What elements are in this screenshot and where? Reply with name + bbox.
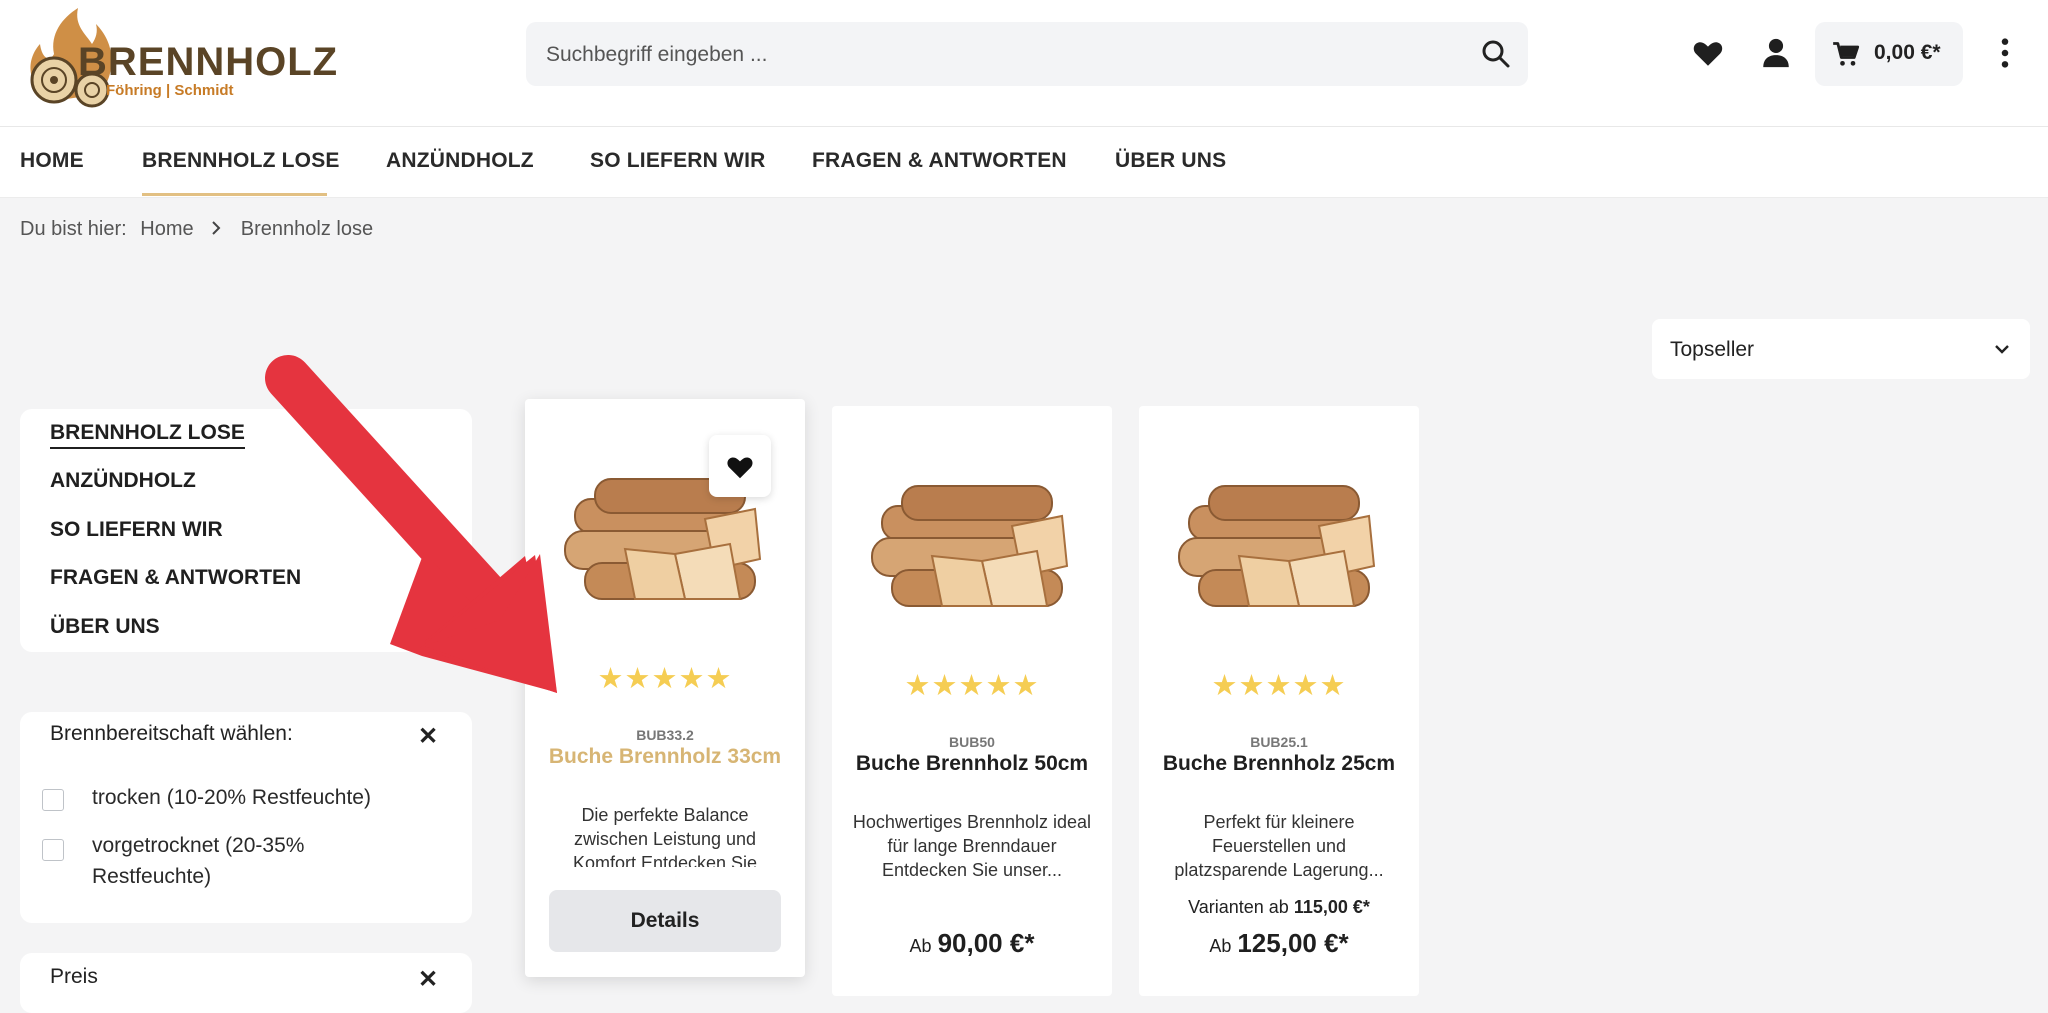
filter-readiness: Brennbereitschaft wählen: ✕ trocken (10-… (20, 712, 472, 923)
rating-stars: ★★★★★ (904, 670, 1040, 702)
heart-icon[interactable] (1691, 36, 1725, 70)
sidebar-item-anzuendholz[interactable]: ANZÜNDHOLZ (50, 469, 196, 493)
breadcrumb-prefix: Du bist hier: (20, 218, 127, 240)
nav-item-brennholz-lose[interactable]: BRENNHOLZ LOSE (142, 149, 340, 173)
close-icon[interactable]: ✕ (418, 965, 438, 994)
close-icon[interactable]: ✕ (418, 722, 438, 751)
variant-prefix: Varianten ab (1188, 897, 1289, 917)
sort-select[interactable]: Topseller (1652, 319, 2030, 379)
checkbox-trocken[interactable] (42, 789, 64, 811)
product-sku: BUB50 (949, 734, 995, 750)
sidebar-item-so-liefern-wir[interactable]: SO LIEFERN WIR (50, 518, 223, 542)
rating-stars: ★★★★★ (1211, 670, 1347, 702)
product-price: Ab 125,00 €* (1139, 928, 1419, 959)
price-prefix: Ab (909, 936, 932, 956)
product-name[interactable]: Buche Brennholz 25cm (1139, 752, 1419, 776)
chevron-right-icon (211, 218, 221, 240)
sidebar-item-ueber-uns[interactable]: ÜBER UNS (50, 615, 160, 639)
nav-item-anzuendholz[interactable]: ANZÜNDHOLZ (386, 149, 534, 173)
breadcrumb: Du bist hier: Home Brennholz lose (20, 218, 381, 241)
cart-button[interactable]: 0,00 €* (1815, 22, 1963, 86)
product-description: Hochwertiges Brennholz ideal für lange B… (852, 812, 1092, 880)
filter-price: Preis ✕ (20, 953, 472, 1013)
rating-stars: ★★★★★ (597, 663, 733, 695)
nav-item-so-liefern-wir[interactable]: SO LIEFERN WIR (590, 149, 765, 173)
product-description: Die perfekte Balance zwischen Leistung u… (572, 805, 758, 867)
sidebar-category-nav: BRENNHOLZ LOSE ANZÜNDHOLZ SO LIEFERN WIR… (20, 409, 472, 652)
search-input[interactable] (544, 22, 1448, 88)
site-header: BRENNHOLZ Föhring | Schmidt 0,00 €* (0, 0, 2048, 127)
product-name[interactable]: Buche Brennholz 33cm (525, 745, 805, 769)
nav-item-ueber-uns[interactable]: ÜBER UNS (1115, 149, 1226, 173)
product-sku: BUB25.1 (1250, 734, 1308, 750)
filter-title: Brennbereitschaft wählen: (50, 722, 293, 745)
sort-selected: Topseller (1670, 338, 1755, 361)
variant-price: Varianten ab 115,00 €* (1139, 897, 1419, 918)
wishlist-button[interactable] (709, 435, 771, 497)
product-description: Perfekt für kleinere Feuerstellen und pl… (1174, 812, 1384, 880)
search-icon[interactable] (1480, 38, 1512, 70)
price-value: 125,00 €* (1237, 928, 1349, 958)
nav-item-fragen-antworten[interactable]: FRAGEN & ANTWORTEN (812, 149, 1067, 173)
product-card[interactable]: ★★★★★ BUB25.1 Buche Brennholz 25cm Perfe… (1139, 406, 1419, 996)
brand-logo[interactable]: BRENNHOLZ Föhring | Schmidt (20, 4, 350, 108)
search-bar (526, 22, 1528, 88)
more-vertical-icon[interactable] (1988, 36, 2022, 70)
user-icon[interactable] (1759, 36, 1793, 70)
product-sku: BUB33.2 (636, 727, 694, 743)
firewood-image (1178, 485, 1376, 607)
logo-wordmark: BRENNHOLZ (78, 40, 339, 84)
product-name[interactable]: Buche Brennholz 50cm (832, 752, 1112, 776)
heart-icon (727, 457, 753, 479)
sidebar-item-brennholz-lose[interactable]: BRENNHOLZ LOSE (50, 421, 245, 449)
firewood-image (871, 485, 1069, 607)
checkbox-label: vorgetrocknet (20-35% Restfeuchte) (92, 834, 305, 888)
product-price: Ab 90,00 €* (832, 928, 1112, 959)
product-card[interactable]: ★★★★★ BUB50 Buche Brennholz 50cm Hochwer… (832, 406, 1112, 996)
chevron-down-icon (1992, 339, 2012, 359)
nav-active-indicator (142, 193, 327, 196)
checkbox-vorgetrocknet[interactable] (42, 839, 64, 861)
cart-total: 0,00 €* (1874, 41, 1941, 64)
sidebar-item-fragen-antworten[interactable]: FRAGEN & ANTWORTEN (50, 566, 301, 590)
price-value: 90,00 €* (937, 928, 1035, 958)
variant-value: 115,00 €* (1293, 897, 1370, 917)
logo-subtitle: Föhring | Schmidt (106, 82, 234, 99)
breadcrumb-current: Brennholz lose (240, 218, 374, 240)
breadcrumb-home[interactable]: Home (140, 218, 193, 240)
nav-item-home[interactable]: HOME (20, 149, 84, 173)
price-prefix: Ab (1209, 936, 1232, 956)
product-card[interactable]: ★★★★★ BUB33.2 Buche Brennholz 33cm Die p… (525, 399, 805, 977)
cart-icon (1833, 42, 1860, 66)
checkbox-label: trocken (10-20% Restfeuchte) (92, 786, 371, 809)
main-nav: HOME BRENNHOLZ LOSE ANZÜNDHOLZ SO LIEFER… (0, 127, 2048, 198)
filter-title: Preis (50, 965, 98, 988)
details-button[interactable]: Details (549, 890, 781, 952)
